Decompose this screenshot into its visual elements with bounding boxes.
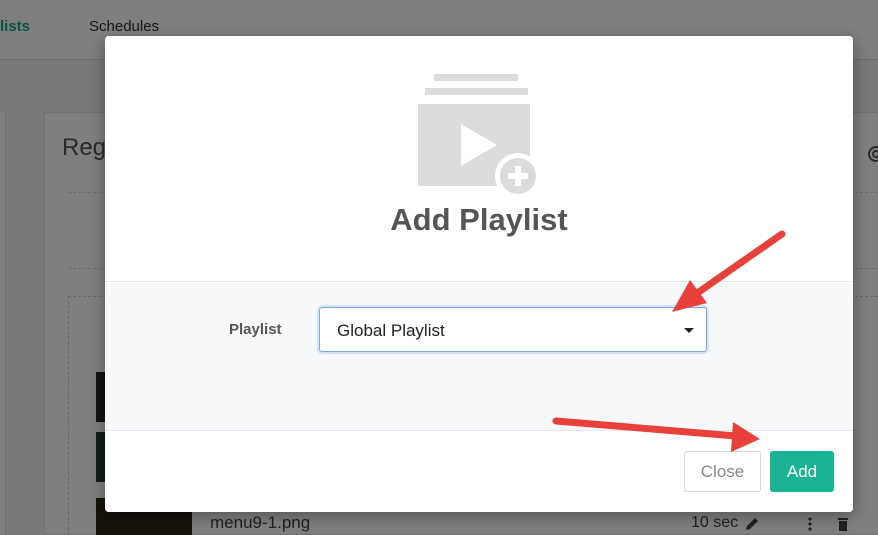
add-playlist-dialog: Add Playlist Playlist Global Playlist Cl… bbox=[105, 36, 853, 512]
add-button[interactable]: Add bbox=[770, 451, 834, 492]
playlist-field-label: Playlist bbox=[229, 321, 282, 338]
playlist-add-icon bbox=[418, 74, 541, 194]
playlist-select-value: Global Playlist bbox=[337, 321, 445, 340]
dialog-footer: Close Add bbox=[105, 432, 853, 512]
dialog-header: Add Playlist bbox=[105, 36, 853, 282]
caret-down-icon bbox=[684, 328, 694, 333]
close-button[interactable]: Close bbox=[684, 451, 761, 492]
dialog-title: Add Playlist bbox=[390, 202, 568, 237]
playlist-select[interactable]: Global Playlist bbox=[319, 307, 707, 352]
dialog-body: Playlist Global Playlist bbox=[105, 283, 853, 431]
